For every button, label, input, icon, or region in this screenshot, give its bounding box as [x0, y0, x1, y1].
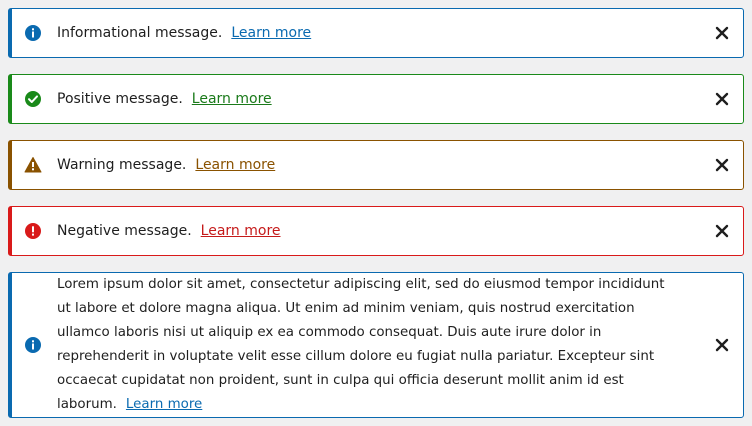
notice-warning: Warning message. Learn more — [8, 140, 744, 190]
notice-message: Negative message. — [57, 223, 192, 239]
notice-info: Informational message. Learn more — [8, 8, 744, 58]
notice-content: Informational message. Learn more — [57, 21, 679, 45]
notice-positive: Positive message. Learn more — [8, 74, 744, 124]
notice-info-long: Lorem ipsum dolor sit amet, consectetur … — [8, 272, 744, 418]
close-icon — [715, 26, 729, 40]
learn-more-link[interactable]: Learn more — [201, 223, 281, 239]
learn-more-link[interactable]: Learn more — [126, 397, 202, 412]
notice-negative: Negative message. Learn more — [8, 206, 744, 256]
notice-message: Informational message. — [57, 25, 223, 41]
notice-message: Warning message. — [57, 157, 187, 173]
notice-content: Lorem ipsum dolor sit amet, consectetur … — [57, 273, 679, 417]
check-circle-icon — [24, 90, 42, 108]
notice-content: Warning message. Learn more — [57, 153, 679, 177]
close-icon — [715, 92, 729, 106]
close-icon — [715, 338, 729, 352]
info-icon — [24, 336, 42, 354]
warning-icon — [24, 156, 42, 174]
close-button[interactable] — [713, 156, 731, 174]
close-icon — [715, 158, 729, 172]
close-button[interactable] — [713, 24, 731, 42]
info-icon — [24, 24, 42, 42]
close-button[interactable] — [713, 336, 731, 354]
notice-message: Positive message. — [57, 91, 183, 107]
learn-more-link[interactable]: Learn more — [231, 25, 311, 41]
learn-more-link[interactable]: Learn more — [195, 157, 275, 173]
close-icon — [715, 224, 729, 238]
close-button[interactable] — [713, 222, 731, 240]
error-icon — [24, 222, 42, 240]
notice-content: Negative message. Learn more — [57, 219, 679, 243]
notice-message: Lorem ipsum dolor sit amet, consectetur … — [57, 277, 665, 412]
notice-content: Positive message. Learn more — [57, 87, 679, 111]
learn-more-link[interactable]: Learn more — [192, 91, 272, 107]
close-button[interactable] — [713, 90, 731, 108]
